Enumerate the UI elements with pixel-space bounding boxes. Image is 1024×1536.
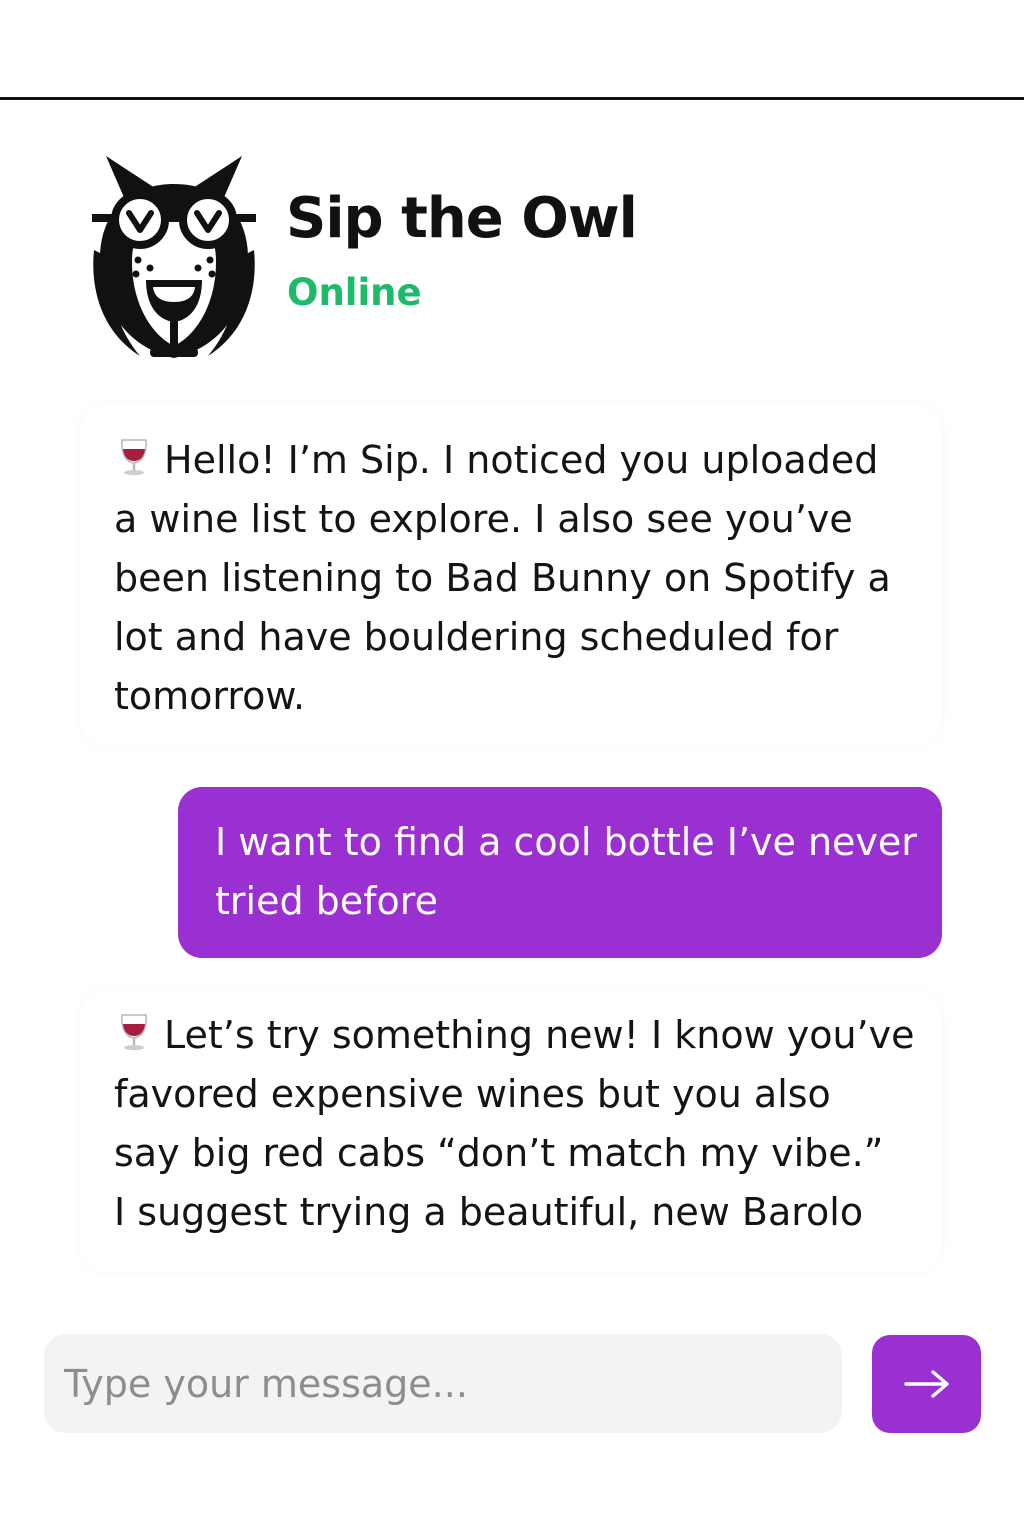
message-line: been listening to Bad Bunny on Spotify a xyxy=(114,556,891,600)
message-input[interactable] xyxy=(44,1334,842,1433)
message-text: Hello! I’m Sip. I noticed you uploaded xyxy=(164,438,879,482)
wine-glass-icon xyxy=(114,1012,154,1052)
wine-glass-icon xyxy=(114,437,154,477)
message-line: tried before xyxy=(215,879,438,923)
bot-message: Let’s try something new! I know you’ve f… xyxy=(80,990,942,1272)
status-online: Online xyxy=(287,271,422,314)
chat-header: Sip the Owl Online xyxy=(88,150,708,365)
message-line: I suggest trying a beautiful, new Barolo xyxy=(114,1190,864,1234)
message-line: say big red cabs “don’t match my vibe.” xyxy=(114,1131,884,1175)
bot-message: Hello! I’m Sip. I noticed you uploaded a… xyxy=(80,404,942,746)
message-line: lot and have bouldering scheduled for xyxy=(114,615,839,659)
message-line: Hello! I’m Sip. I noticed you uploaded xyxy=(114,431,916,490)
owl-with-wine-glass-icon xyxy=(88,150,260,365)
message-line: I want to find a cool bottle I’ve never xyxy=(215,820,917,864)
arrow-right-icon xyxy=(903,1369,950,1399)
message-line: Let’s try something new! I know you’ve xyxy=(114,1006,916,1065)
top-divider xyxy=(0,97,1024,100)
message-line: favored expensive wines but you also xyxy=(114,1072,831,1116)
message-line: tomorrow. xyxy=(114,674,306,718)
message-text: Let’s try something new! I know you’ve xyxy=(164,1013,915,1057)
user-message: I want to find a cool bottle I’ve never … xyxy=(178,787,942,958)
bot-name: Sip the Owl xyxy=(286,186,638,251)
message-line: a wine list to explore. I also see you’v… xyxy=(114,497,853,541)
send-button[interactable] xyxy=(872,1335,981,1433)
